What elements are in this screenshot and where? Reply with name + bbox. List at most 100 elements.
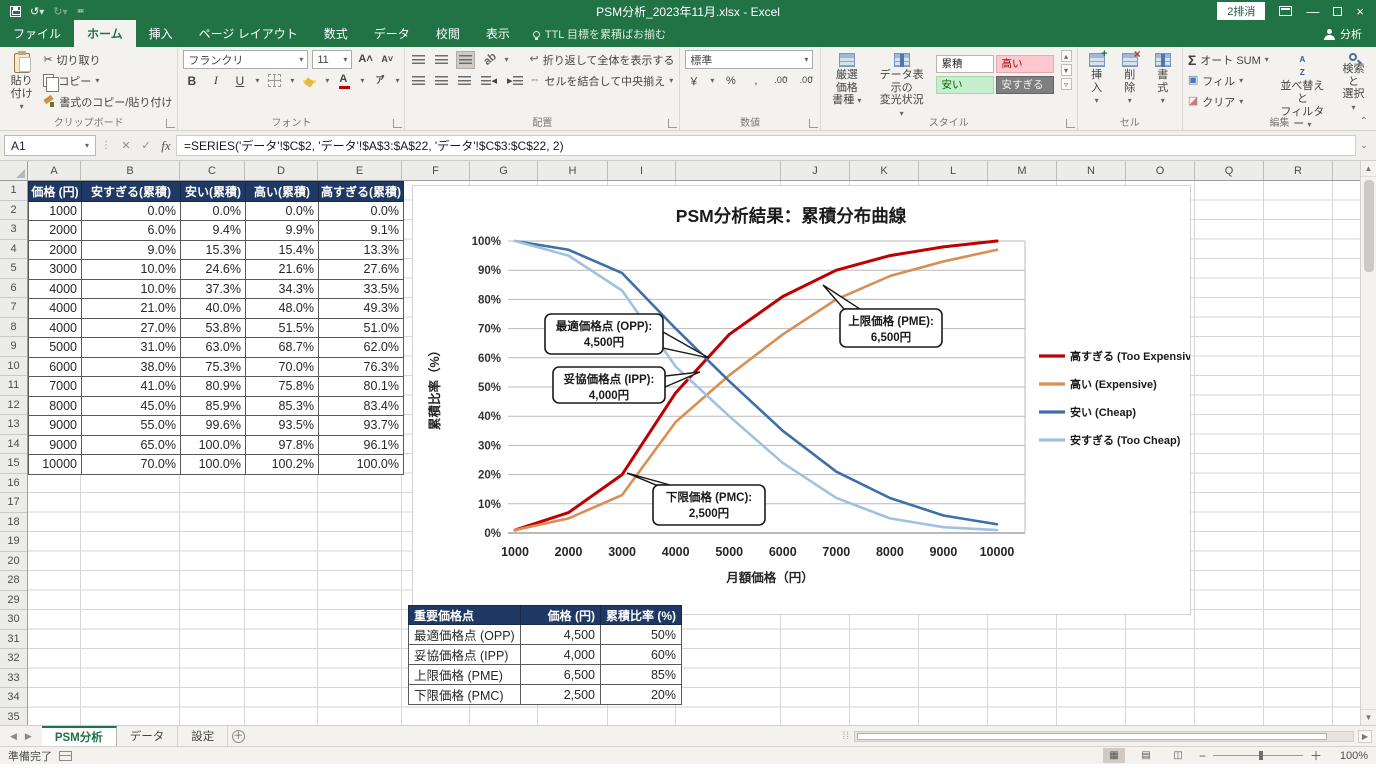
page-layout-view-icon[interactable]: ▤	[1135, 748, 1157, 763]
data-cell[interactable]: 4000	[29, 279, 82, 299]
font-color-button[interactable]: A	[336, 72, 353, 90]
data-cell[interactable]: 83.4%	[319, 396, 404, 416]
scroll-up-icon[interactable]: ▲	[1361, 161, 1376, 177]
share-badge[interactable]: 2排消	[1217, 2, 1265, 20]
orientation-icon[interactable]: ab	[481, 51, 498, 69]
number-dialog-launcher-icon[interactable]	[809, 119, 818, 128]
row-header[interactable]: 34	[0, 688, 27, 708]
column-header[interactable]: L	[919, 161, 988, 181]
data-cell[interactable]: 15.3%	[181, 240, 246, 260]
row-header[interactable]: 20	[0, 552, 27, 572]
data-cell[interactable]: 76.3%	[319, 357, 404, 377]
column-header[interactable]: G	[470, 161, 538, 181]
align-center-icon[interactable]	[433, 72, 450, 90]
data-cell[interactable]: 68.7%	[246, 338, 319, 358]
column-header[interactable]: O	[1126, 161, 1195, 181]
data-table[interactable]: 価格 (円)安すぎる(累積)安い(累積)高い(累積)高すぎる(累積)10000.…	[28, 181, 404, 475]
column-header[interactable]	[676, 161, 781, 181]
data-cell[interactable]: 24.6%	[181, 260, 246, 280]
tab-data[interactable]: データ	[361, 20, 423, 47]
underline-button[interactable]: U	[231, 72, 248, 90]
data-cell[interactable]: 0.0%	[82, 201, 181, 221]
row-header[interactable]: 32	[0, 649, 27, 669]
restore-button[interactable]	[1333, 7, 1342, 16]
formula-input[interactable]: =SERIES('データ'!$C$2, 'データ'!$A$3:$A$22, 'デ…	[176, 135, 1356, 156]
data-cell[interactable]: 48.0%	[246, 299, 319, 319]
data-cell[interactable]: 93.5%	[246, 416, 319, 436]
data-cell[interactable]: 9.9%	[246, 221, 319, 241]
clipboard-dialog-launcher-icon[interactable]	[166, 119, 175, 128]
copy-button[interactable]: コピー ▾	[43, 71, 172, 90]
data-cell[interactable]: 0.0%	[181, 201, 246, 221]
ribbon-display-options-icon[interactable]	[1279, 6, 1292, 16]
name-box-dropdown-icon[interactable]: ▾	[85, 141, 89, 150]
data-cell[interactable]: 70.0%	[246, 357, 319, 377]
decrease-indent-icon[interactable]: ◂	[479, 72, 499, 90]
column-header[interactable]: E	[318, 161, 402, 181]
data-cell[interactable]: 33.5%	[319, 279, 404, 299]
row-header[interactable]: 6	[0, 279, 27, 299]
data-cell[interactable]: 100.0%	[181, 435, 246, 455]
cancel-formula-icon[interactable]: ✕	[116, 139, 136, 152]
data-table-header-cell[interactable]: 高い(累積)	[246, 182, 319, 202]
vertical-scrollbar[interactable]: ▲ ▼	[1360, 161, 1376, 725]
data-cell[interactable]: 41.0%	[82, 377, 181, 397]
styles-more-icon[interactable]: ▿	[1061, 78, 1072, 90]
row-header[interactable]: 16	[0, 474, 27, 494]
data-cell[interactable]: 13.3%	[319, 240, 404, 260]
row-header[interactable]: 5	[0, 259, 27, 279]
tab-file[interactable]: ファイル	[0, 20, 74, 47]
data-cell[interactable]: 6.0%	[82, 221, 181, 241]
align-top-icon[interactable]	[410, 51, 427, 69]
data-cell[interactable]: 0.0%	[246, 201, 319, 221]
font-name-combo[interactable]: フランクリ▾	[183, 50, 308, 69]
italic-button[interactable]: I	[207, 72, 224, 90]
data-cell[interactable]: 96.1%	[319, 435, 404, 455]
paste-button[interactable]: 貼り付け ▾	[5, 50, 38, 114]
row-header[interactable]: 7	[0, 298, 27, 318]
percent-style-icon[interactable]: %	[722, 72, 739, 90]
row-header[interactable]: 15	[0, 454, 27, 474]
increase-indent-icon[interactable]: ▸	[505, 72, 525, 90]
data-cell[interactable]: 63.0%	[181, 338, 246, 358]
page-break-view-icon[interactable]: ◫	[1167, 748, 1189, 763]
data-cell[interactable]: 80.1%	[319, 377, 404, 397]
data-cell[interactable]: 100.0%	[319, 455, 404, 475]
data-cell[interactable]: 10000	[29, 455, 82, 475]
sheet-tab-設定[interactable]: 設定	[178, 726, 228, 746]
align-bottom-icon[interactable]	[456, 51, 475, 69]
styles-scroll-down-icon[interactable]: ▾	[1061, 64, 1072, 76]
data-cell[interactable]: 100.0%	[181, 455, 246, 475]
row-header[interactable]: 31	[0, 630, 27, 650]
data-cell[interactable]: 93.7%	[319, 416, 404, 436]
row-header[interactable]: 12	[0, 396, 27, 416]
data-cell[interactable]: 100.2%	[246, 455, 319, 475]
redo-icon[interactable]: ↻▾	[53, 5, 67, 18]
data-cell[interactable]: 21.0%	[82, 299, 181, 319]
clear-button[interactable]: ◪ クリア ▾	[1188, 92, 1269, 111]
autosum-button[interactable]: Σ オート SUM ▾	[1188, 50, 1269, 69]
conditional-formatting-button[interactable]: 厳選価格書種 ▾	[826, 50, 868, 110]
save-icon[interactable]	[10, 6, 21, 17]
column-header[interactable]: H	[538, 161, 608, 181]
tab-splitter-grip[interactable]: ⁞⁞	[842, 731, 850, 742]
decrease-font-icon[interactable]: A˅	[379, 51, 396, 69]
horizontal-scrollbar[interactable]	[854, 731, 1354, 742]
collapse-ribbon-icon[interactable]: ⌃	[1360, 116, 1368, 127]
data-cell[interactable]: 62.0%	[319, 338, 404, 358]
customize-qat-icon[interactable]: ≖	[77, 6, 85, 17]
row-header[interactable]: 9	[0, 337, 27, 357]
data-table-header-cell[interactable]: 安い(累積)	[181, 182, 246, 202]
tab-review[interactable]: 校閲	[423, 20, 473, 47]
currency-format-icon[interactable]: ￥	[685, 72, 702, 90]
data-cell[interactable]: 8000	[29, 396, 82, 416]
data-cell[interactable]: 31.0%	[82, 338, 181, 358]
vertical-scroll-thumb[interactable]	[1364, 180, 1374, 272]
data-cell[interactable]: 37.3%	[181, 279, 246, 299]
column-header[interactable]: B	[81, 161, 180, 181]
data-cell[interactable]: 21.6%	[246, 260, 319, 280]
row-header[interactable]: 11	[0, 376, 27, 396]
data-cell[interactable]: 6000	[29, 357, 82, 377]
row-header[interactable]: 33	[0, 669, 27, 689]
column-header[interactable]: A	[28, 161, 81, 181]
